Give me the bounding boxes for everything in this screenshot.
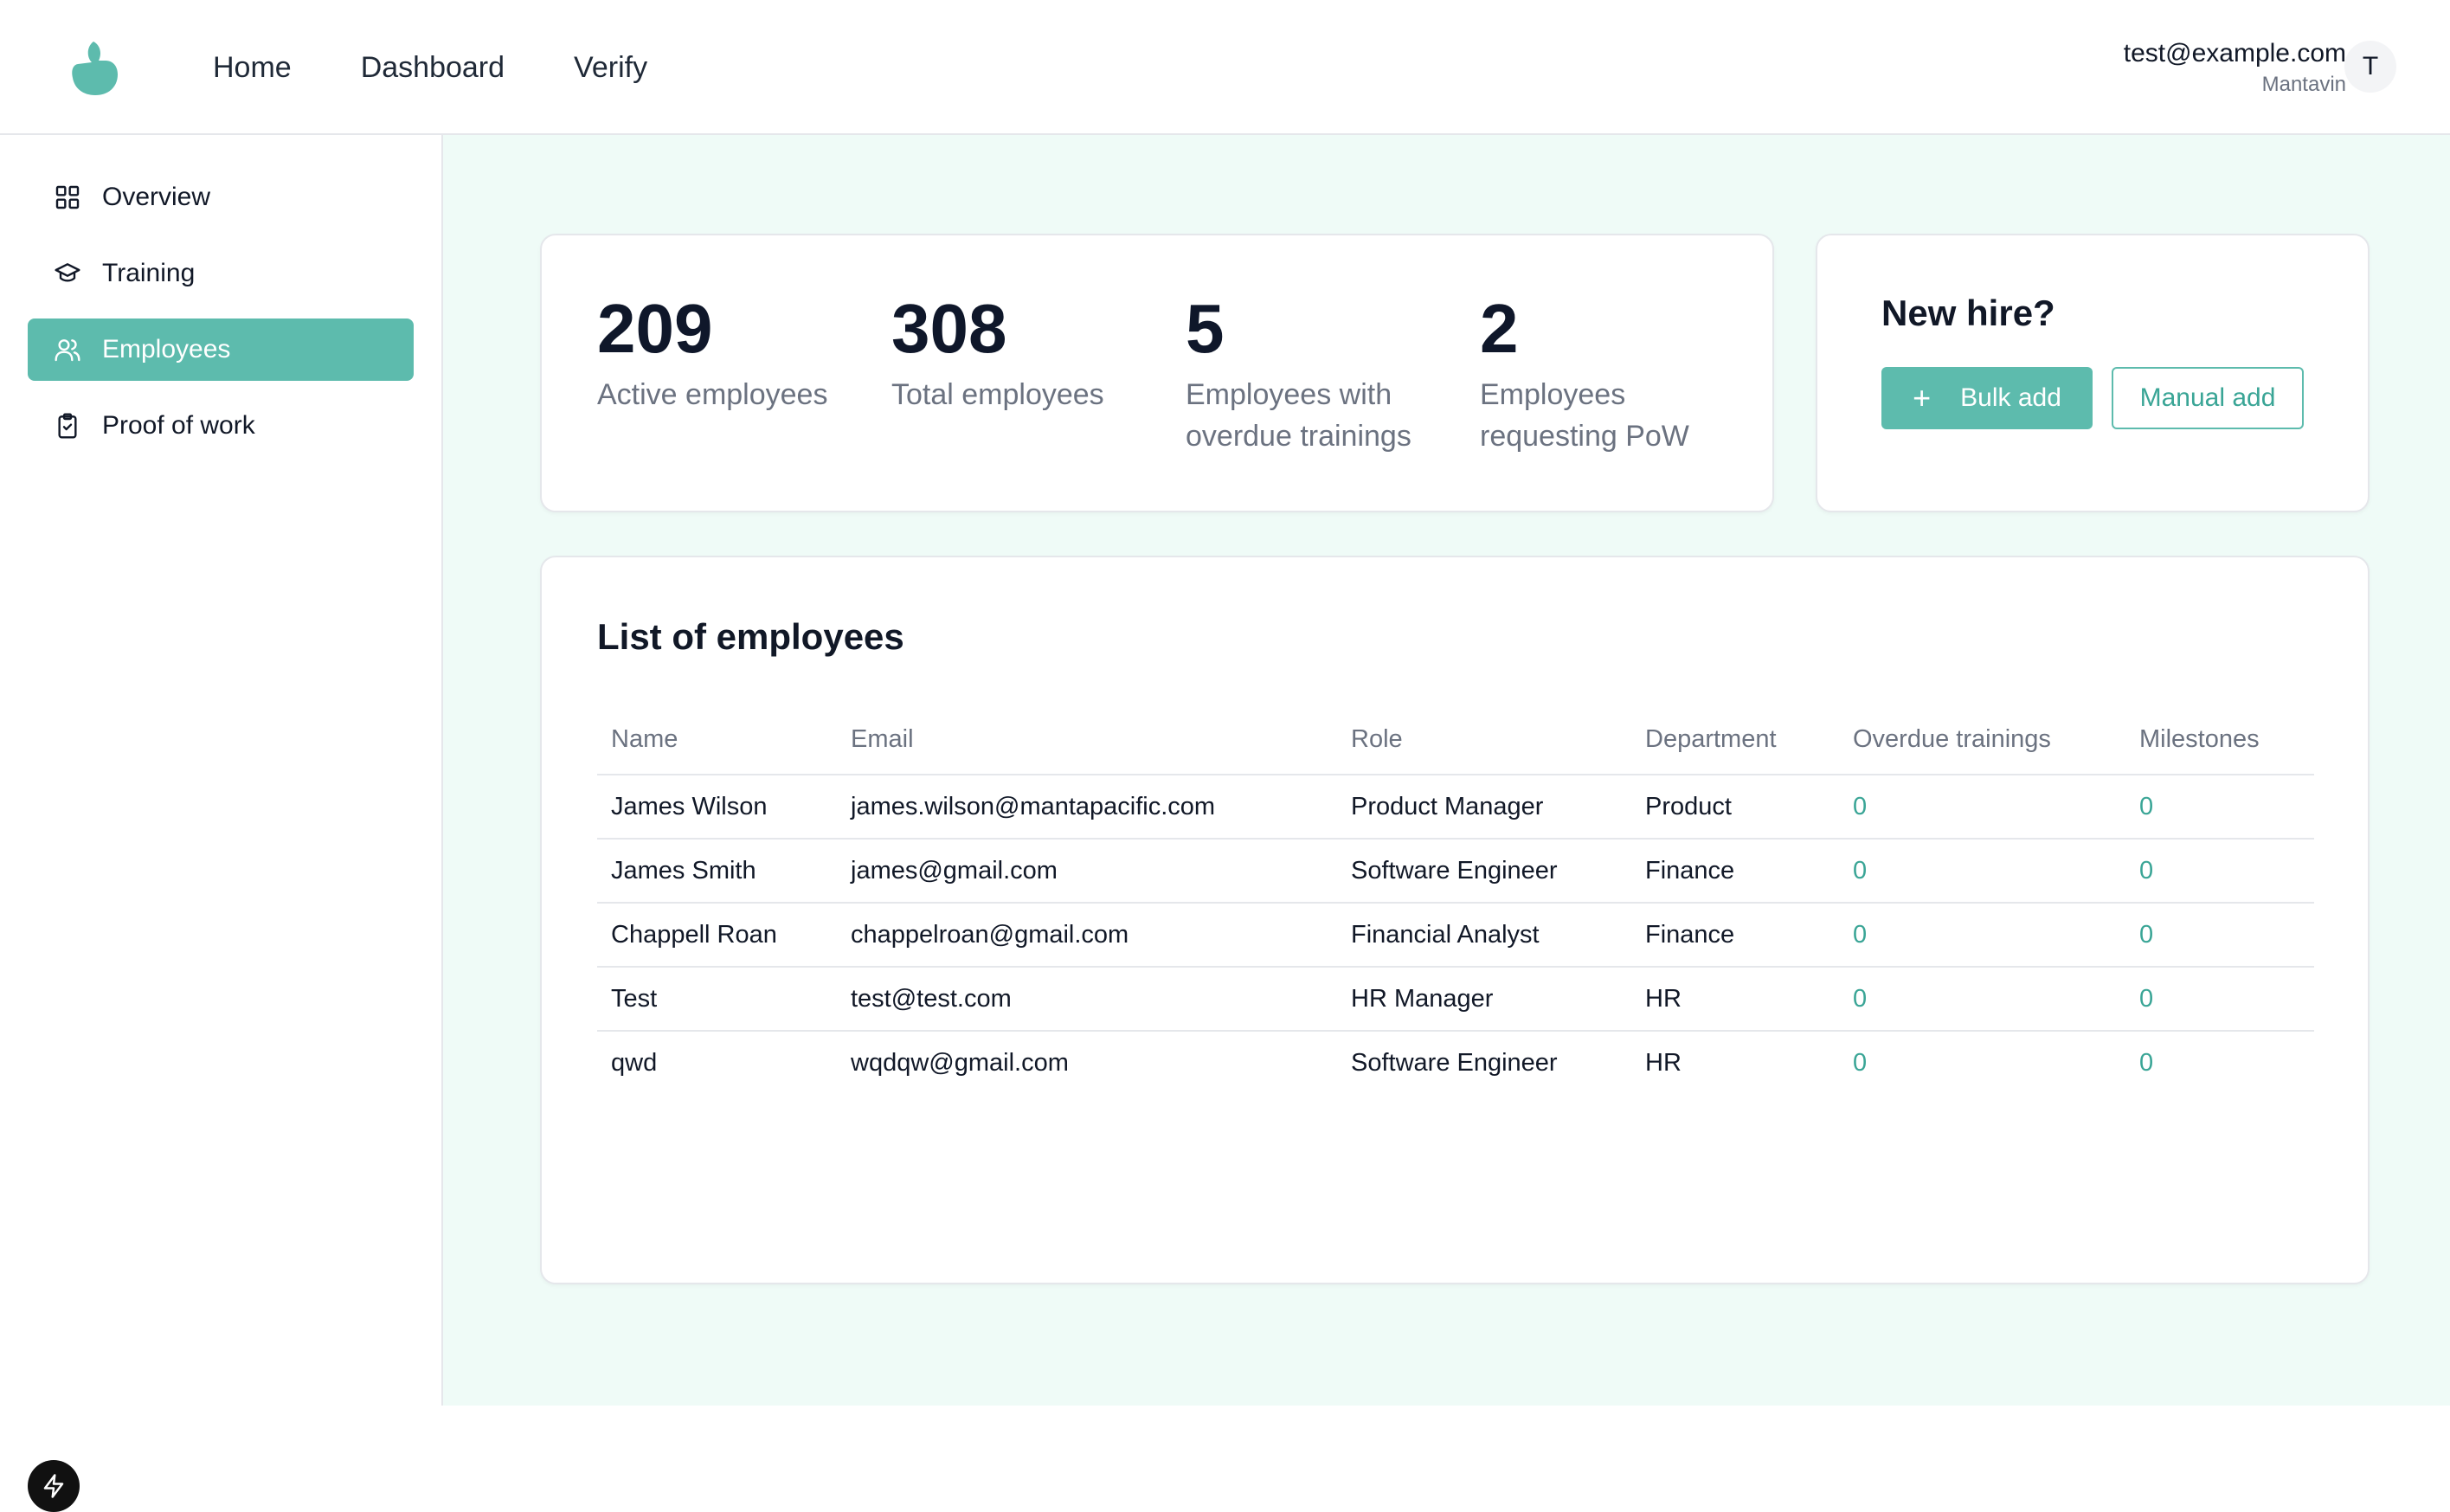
new-hire-card: New hire? + Bulk add Manual add [1816,234,2370,512]
graduation-cap-icon [55,263,80,282]
manual-add-button[interactable]: Manual add [2112,367,2304,429]
table-row[interactable]: James Wilson james.wilson@mantapacific.c… [597,775,2314,840]
cell-department: Finance [1631,839,1839,904]
users-icon [55,339,80,362]
sidebar-item-overview[interactable]: Overview [28,166,414,228]
cell-overdue-trainings: 0 [1839,839,2125,904]
cell-overdue-trainings: 0 [1853,1048,1868,1077]
stat-overdue-trainings: 5 Employees with overdue trainings [1186,287,1437,457]
cell-email: james.wilson@mantapacific.com [837,775,1337,840]
clipboard-check-icon [58,413,77,439]
cell-milestones: 0 [2125,967,2314,1032]
table-row[interactable]: Chappell Roan chappelroan@gmail.com Fina… [597,903,2314,968]
table-row[interactable]: James Smith james@gmail.com Software Eng… [597,839,2314,904]
cell-role: HR Manager [1337,967,1631,1032]
cell-milestones: 0 [2125,903,2314,968]
column-header-overdue-trainings[interactable]: Overdue trainings [1839,705,2125,775]
cell-milestones: 0 [2139,1048,2154,1077]
cell-department: Product [1631,775,1839,840]
sidebar-item-proof-of-work[interactable]: Proof of work [28,395,414,457]
sidebar-item-label: Training [102,259,196,287]
stat-label: Total employees [891,378,1104,411]
stat-requesting-pow: 2 Employees requesting PoW [1480,287,1731,457]
cell-overdue-trainings: 0 [1839,967,2125,1032]
cell-department: HR [1645,1048,1682,1077]
cell-name: Chappell Roan [597,903,837,968]
cell-name: James Wilson [597,775,837,840]
cell-department: Finance [1631,903,1839,968]
employees-card: List of employees Name Email Role Depart… [540,556,2370,1284]
user-organization: Mantavin [2261,73,2346,96]
cell-email: test@test.com [837,967,1337,1032]
stat-label: Employees with overdue trainings [1186,378,1411,453]
column-header-department[interactable]: Department [1631,705,1839,775]
stat-label: Employees requesting PoW [1480,378,1689,453]
stat-value: 308 [891,290,1007,367]
stat-active-employees: 209 Active employees [597,287,874,415]
column-header-role[interactable]: Role [1337,705,1631,775]
stat-total-employees: 308 Total employees [891,287,1168,415]
nav-dashboard-link[interactable]: Dashboard [361,51,505,85]
cell-role: Financial Analyst [1337,903,1631,968]
stat-value: 209 [597,290,713,367]
stat-label: Active employees [597,378,828,411]
stat-value: 2 [1480,290,1519,367]
sidebar-item-label: Overview [102,183,211,211]
employees-table: Name Email Role Department Overdue train… [597,705,2314,1094]
top-bar: Home Dashboard Verify test@example.com M… [0,0,2450,135]
column-header-email[interactable]: Email [837,705,1337,775]
table-row[interactable]: Test test@test.com HR Manager HR 0 0 [597,967,2314,1032]
sidebar-item-employees[interactable]: Employees [28,318,414,381]
table-row[interactable]: qwd wqdqw@gmail.com Software Engineer HR… [597,1031,2314,1094]
sidebar-item-training[interactable]: Training [28,242,414,305]
cell-role: Software Engineer [1351,1048,1558,1077]
user-info[interactable]: test@example.com Mantavin [2124,36,2346,99]
cell-email: james@gmail.com [837,839,1337,904]
plus-icon: + [1913,380,1932,415]
cell-milestones: 0 [2125,839,2314,904]
main-content: 209 Active employees 308 Total employees… [443,135,2450,1406]
cell-overdue-trainings: 0 [1839,903,2125,968]
cell-role: Product Manager [1337,775,1631,840]
cell-name: Test [597,967,837,1032]
employees-list-title: List of employees [597,616,904,657]
stats-card: 209 Active employees 308 Total employees… [540,234,1774,512]
nav-home-link[interactable]: Home [213,51,292,85]
cell-milestones: 0 [2125,775,2314,840]
cell-department: HR [1631,967,1839,1032]
sidebar: Overview Training Employees Proof of wor… [0,135,443,1512]
user-email: test@example.com [2123,39,2346,68]
lightning-bolt-icon [43,1474,64,1498]
stat-value: 5 [1186,290,1225,367]
sidebar-item-label: Employees [102,335,231,364]
nav-verify-link[interactable]: Verify [574,51,647,85]
logo-icon[interactable] [69,38,121,97]
bulk-add-button[interactable]: + Bulk add [1881,367,2093,429]
cell-overdue-trainings: 0 [1839,775,2125,840]
grid-icon [55,185,80,209]
cell-name: qwd [611,1048,658,1077]
cell-email: wqdqw@gmail.com [851,1048,1069,1077]
column-header-milestones[interactable]: Milestones [2125,705,2314,775]
avatar[interactable]: T [2344,41,2396,93]
cell-role: Software Engineer [1337,839,1631,904]
bulk-add-label: Bulk add [1960,383,2061,412]
new-hire-title: New hire? [1881,293,2055,333]
dev-tools-button[interactable] [28,1460,80,1512]
table-header-row: Name Email Role Department Overdue train… [597,705,2314,775]
top-nav: Home Dashboard Verify [213,0,717,135]
cell-name: James Smith [597,839,837,904]
cell-email: chappelroan@gmail.com [837,903,1337,968]
column-header-name[interactable]: Name [597,705,837,775]
sidebar-item-label: Proof of work [102,411,255,440]
